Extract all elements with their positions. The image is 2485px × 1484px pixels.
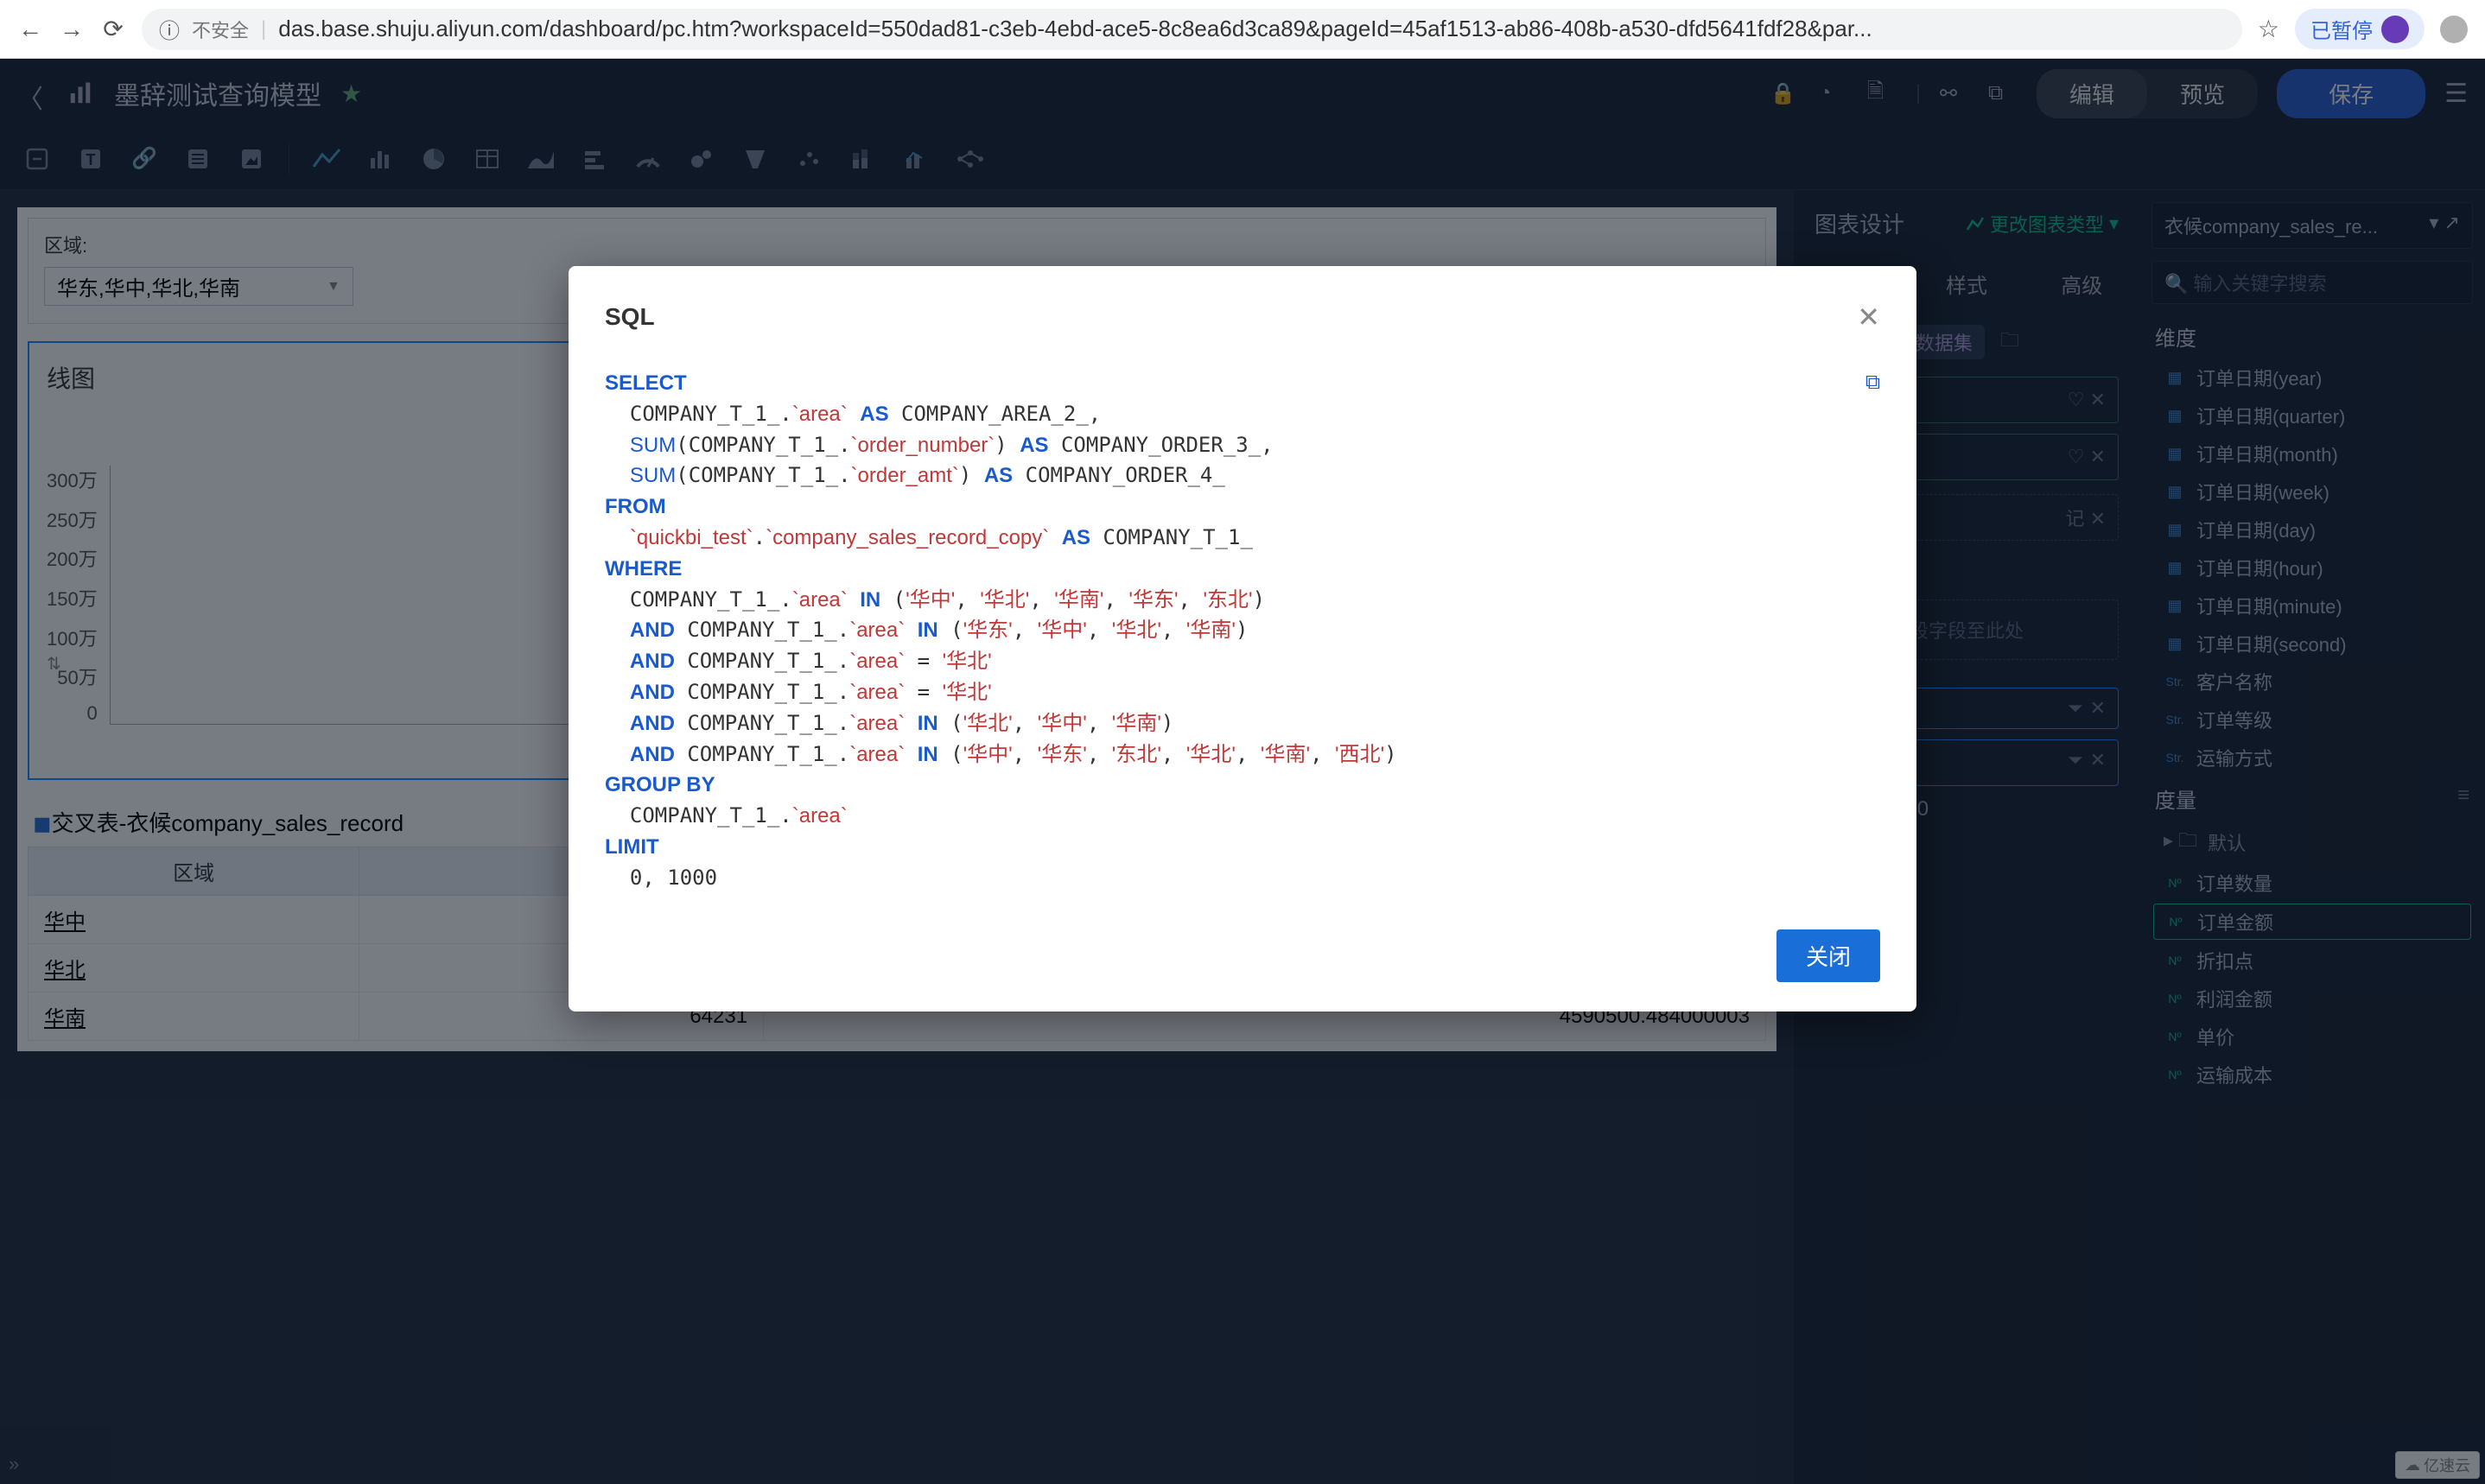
browser-back[interactable]: ← xyxy=(17,16,43,42)
star-icon[interactable]: ☆ xyxy=(2258,15,2279,43)
paused-label: 已暂停 xyxy=(2310,14,2373,44)
browser-chrome: ← → ⟳ ⓘ 不安全 | das.base.shuju.aliyun.com/… xyxy=(0,0,2485,59)
sql-modal: SQL ✕ ⧉SELECT COMPANY_T_1_.`area` AS COM… xyxy=(569,266,1916,1012)
avatar-icon xyxy=(2381,16,2409,43)
browser-forward[interactable]: → xyxy=(59,16,85,42)
extension-icon[interactable] xyxy=(2440,16,2468,43)
copy-sql-icon[interactable]: ⧉ xyxy=(1865,368,1880,398)
sql-content: ⧉SELECT COMPANY_T_1_.`area` AS COMPANY_A… xyxy=(605,368,1880,904)
profile-pill[interactable]: 已暂停 xyxy=(2295,9,2425,49)
modal-close-button[interactable]: 关闭 xyxy=(1776,929,1880,982)
info-icon: ⓘ xyxy=(159,14,180,44)
browser-reload[interactable]: ⟳ xyxy=(100,16,126,42)
modal-title: SQL xyxy=(605,303,655,331)
insecure-label: 不安全 xyxy=(192,16,249,43)
url-text: das.base.shuju.aliyun.com/dashboard/pc.h… xyxy=(278,16,1872,42)
omnibox[interactable]: ⓘ 不安全 | das.base.shuju.aliyun.com/dashbo… xyxy=(142,9,2242,50)
modal-close-icon[interactable]: ✕ xyxy=(1857,301,1880,333)
